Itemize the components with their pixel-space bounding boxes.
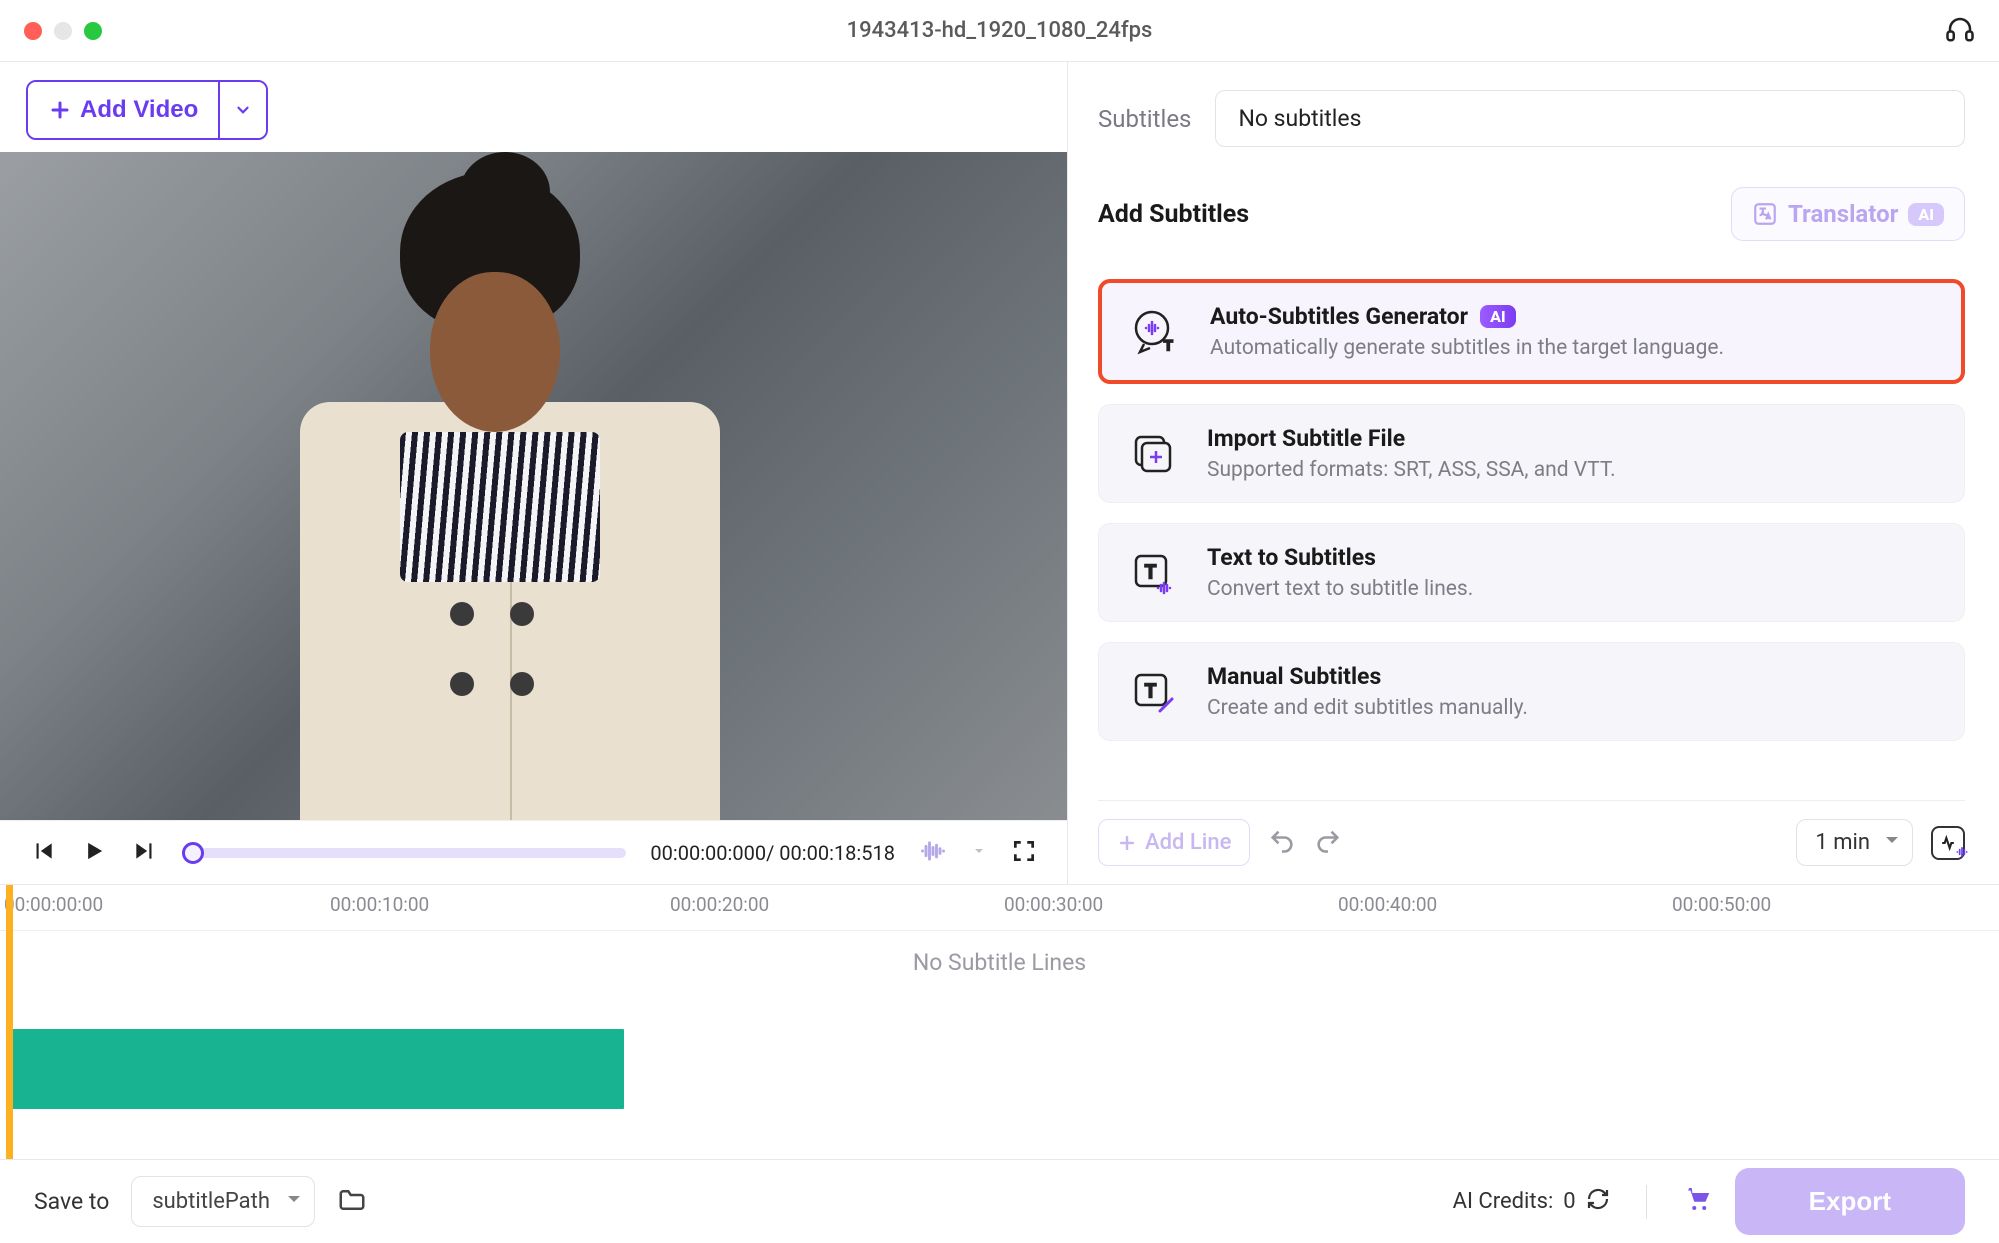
scrubber[interactable] [182,848,626,858]
option-desc: Automatically generate subtitles in the … [1210,336,1724,360]
video-clip[interactable] [10,1029,624,1109]
ruler-tick: 00:00:20:00 [670,893,769,916]
refresh-credits-button[interactable] [1586,1187,1610,1217]
maximize-window-button[interactable] [84,22,102,40]
support-icon[interactable] [1945,14,1975,48]
timeline-zoom-select[interactable]: 1 min [1796,819,1913,866]
export-button[interactable]: Export [1735,1168,1965,1235]
credits-value: 0 [1563,1189,1575,1214]
editor-left-panel: Add Video [0,62,1067,884]
open-folder-button[interactable] [337,1185,367,1219]
option-text-to-subtitles[interactable]: T Text to Subtitles Convert text to subt… [1098,523,1965,622]
add-subtitles-heading: Add Subtitles [1098,200,1249,229]
svg-text:T: T [1164,337,1173,353]
import-file-icon [1125,426,1181,482]
auto-subtitles-icon: T [1128,304,1184,360]
divider [1646,1185,1647,1219]
timeline[interactable]: 00:00:00:00 00:00:10:00 00:00:20:00 00:0… [0,884,1999,1159]
add-video-split-button[interactable]: Add Video [26,80,268,140]
option-desc: Supported formats: SRT, ASS, SSA, and VT… [1207,458,1616,482]
player-controls: 00:00:00:000/ 00:00:18:518 [0,820,1067,884]
plus-icon [1117,833,1137,853]
bottom-bar: Save to subtitlePath AI Credits: 0 Expor… [0,1159,1999,1243]
option-title: Manual Subtitles [1207,663,1528,690]
chevron-down-icon [234,101,252,119]
option-title: Import Subtitle File [1207,425,1616,452]
option-title: Auto-Subtitles Generator [1210,303,1468,330]
option-desc: Convert text to subtitle lines. [1207,577,1473,601]
subtitle-line-toolbar: Add Line 1 min [1098,800,1965,874]
ruler-tick: 00:00:30:00 [1004,893,1103,916]
redo-button[interactable] [1314,827,1342,859]
minimize-window-button[interactable] [54,22,72,40]
manual-subtitles-icon: T [1125,664,1181,720]
window-title: 1943413-hd_1920_1080_24fps [847,18,1153,43]
timeline-playhead[interactable] [6,885,13,1159]
no-subtitle-lines-label: No Subtitle Lines [913,949,1086,976]
play-button[interactable] [80,837,108,869]
time-display: 00:00:00:000/ 00:00:18:518 [650,841,895,865]
add-video-button[interactable]: Add Video [28,82,218,138]
scrubber-thumb[interactable] [182,842,204,864]
video-subject-figure [280,162,740,820]
timeline-ruler[interactable]: 00:00:00:00 00:00:10:00 00:00:20:00 00:0… [0,885,1999,931]
prev-frame-button[interactable] [30,838,56,868]
subtitles-dropdown[interactable]: No subtitles [1215,90,1965,147]
ai-badge: AI [1908,203,1944,226]
next-frame-button[interactable] [132,838,158,868]
option-import-subtitle-file[interactable]: Import Subtitle File Supported formats: … [1098,404,1965,503]
save-path-select[interactable]: subtitlePath [131,1176,315,1227]
waveform-sync-button[interactable] [1931,826,1965,860]
ai-badge: AI [1480,305,1516,328]
undo-button[interactable] [1268,827,1296,859]
add-video-label: Add Video [80,96,198,124]
close-window-button[interactable] [24,22,42,40]
add-video-dropdown[interactable] [218,82,266,138]
translator-icon [1752,201,1778,227]
window-controls [24,22,102,40]
waveform-options-icon[interactable] [971,843,987,863]
cart-button[interactable] [1683,1183,1713,1220]
ruler-tick: 00:00:10:00 [330,893,429,916]
titlebar: 1943413-hd_1920_1080_24fps [0,0,1999,62]
translator-label: Translator [1788,200,1898,228]
option-auto-subtitles[interactable]: T Auto-Subtitles Generator AI Automatica… [1098,279,1965,384]
subtitles-panel: Subtitles No subtitles Add Subtitles Tra… [1067,62,1999,884]
save-to-label: Save to [34,1188,109,1215]
add-line-label: Add Line [1145,830,1231,855]
ruler-tick: 00:00:50:00 [1672,893,1771,916]
option-manual-subtitles[interactable]: T Manual Subtitles Create and edit subti… [1098,642,1965,741]
translator-button[interactable]: Translator AI [1731,187,1965,241]
ai-credits-display: AI Credits: 0 [1453,1187,1610,1217]
svg-text:T: T [1145,681,1156,701]
fullscreen-button[interactable] [1011,838,1037,868]
ruler-tick: 00:00:40:00 [1338,893,1437,916]
option-desc: Create and edit subtitles manually. [1207,696,1528,720]
video-preview[interactable] [0,152,1067,820]
subtitles-label: Subtitles [1098,105,1191,133]
plus-icon [48,98,72,122]
option-title: Text to Subtitles [1207,544,1473,571]
waveform-icon[interactable] [919,837,947,869]
text-to-subtitles-icon: T [1125,545,1181,601]
ruler-tick: 00:00:00:00 [4,893,103,916]
svg-text:T: T [1145,562,1156,582]
add-line-button[interactable]: Add Line [1098,819,1250,866]
credits-label: AI Credits: [1453,1189,1554,1214]
